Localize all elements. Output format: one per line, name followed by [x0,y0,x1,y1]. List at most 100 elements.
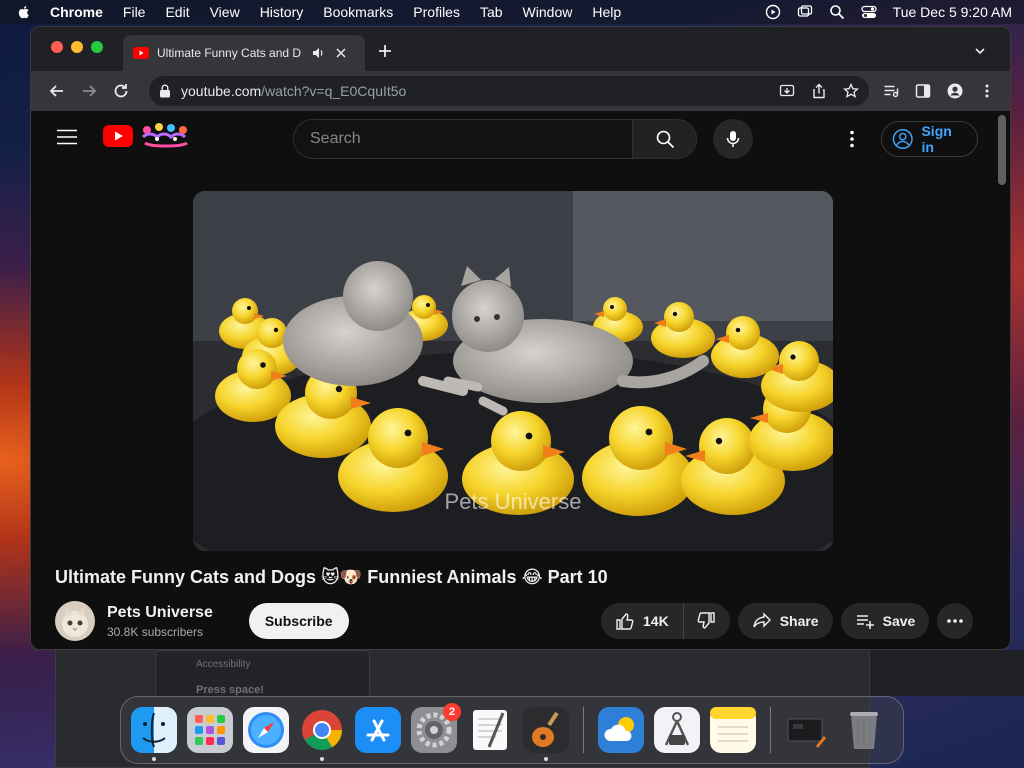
tab-search-chevron-icon[interactable] [974,45,986,57]
minimize-window-button[interactable] [71,41,83,53]
like-button[interactable]: 14K [601,603,684,639]
settings-badge: 2 [443,703,461,721]
weather-icon [598,707,644,753]
menu-help[interactable]: Help [592,4,621,20]
spotlight-search-icon[interactable] [829,4,845,20]
menu-profiles[interactable]: Profiles [413,4,460,20]
voice-search-button[interactable] [713,119,753,159]
profile-icon[interactable] [947,83,963,99]
dock-finder[interactable] [131,707,177,761]
dock-safari[interactable] [243,707,289,753]
like-dislike-group: 14K [601,603,730,639]
garageband-icon [523,707,569,753]
address-bar[interactable]: youtube.com/watch?v=q_E0CquIt5o [149,76,869,106]
url-host: youtube.com [181,83,262,99]
video-title-emoji-1: 😻🐶 [321,567,363,588]
share-page-icon[interactable] [811,83,827,99]
menu-history[interactable]: History [260,4,304,20]
dock-garageband[interactable] [523,707,569,761]
browser-toolbar: youtube.com/watch?v=q_E0CquIt5o [31,71,1010,111]
search-input[interactable] [294,120,632,158]
control-center-icon[interactable] [861,4,877,20]
new-tab-icon[interactable] [377,43,393,59]
sign-in-button[interactable]: Sign in [881,121,978,157]
menu-app-name[interactable]: Chrome [50,4,103,20]
page-scrollbar[interactable] [998,115,1006,185]
horizontal-dots-icon [947,619,964,623]
menu-window[interactable]: Window [523,4,573,20]
dock-system-settings[interactable]: 2 [411,703,461,753]
dock-notes[interactable] [710,707,756,753]
reload-icon[interactable] [111,81,131,101]
dock-chrome[interactable] [299,707,345,761]
browser-menu-icon[interactable] [979,83,995,99]
channel-name[interactable]: Pets Universe [107,604,213,622]
dislike-button[interactable] [684,603,730,639]
app-store-icon [355,707,401,753]
close-window-button[interactable] [51,41,63,53]
zoom-window-button[interactable] [91,41,103,53]
install-app-icon[interactable] [779,83,795,99]
channel-info: Pets Universe 30.8K subscribers [107,604,213,639]
forward-arrow-icon[interactable] [79,81,99,101]
dock-screen-app[interactable] [785,707,831,753]
sign-in-label: Sign in [921,123,952,155]
channel-owner: Pets Universe 30.8K subscribers Subscrib… [55,599,349,643]
channel-avatar[interactable] [55,601,95,641]
finder-icon [131,707,177,753]
screen-record-icon[interactable] [765,4,781,20]
background-panel: Accessibility Press space! [155,650,370,698]
subscribe-button[interactable]: Subscribe [248,603,349,639]
search-icon [656,130,674,149]
chrome-window: Ultimate Funny Cats and D youtube.com/wa… [30,26,1011,650]
save-button[interactable]: Save [840,603,930,639]
tab-title: Ultimate Funny Cats and D [157,46,302,60]
guide-menu-icon[interactable] [57,129,77,145]
video-player[interactable]: Pets Universe [193,191,833,551]
share-button[interactable]: Share [737,603,833,639]
bookmark-star-icon[interactable] [843,83,859,99]
menu-tab[interactable]: Tab [480,4,503,20]
dock-weather[interactable] [598,707,644,753]
menu-file[interactable]: File [123,4,146,20]
dock-separator-2 [770,707,771,753]
menu-clock[interactable]: Tue Dec 5 9:20 AM [893,4,1012,20]
back-arrow-icon[interactable] [47,81,67,101]
video-frame: Pets Universe [193,191,833,551]
video-title-part-3: Part 10 [542,567,608,587]
save-playlist-icon [856,615,874,629]
microphone-icon [726,131,740,147]
menu-edit[interactable]: Edit [165,4,189,20]
menu-bookmarks[interactable]: Bookmarks [323,4,393,20]
dock-app-store[interactable] [355,707,401,753]
side-panel-icon[interactable] [915,83,931,99]
search-box [293,119,697,159]
window-controls [51,41,103,53]
search-button[interactable] [632,120,696,158]
tab-audio-icon[interactable] [311,46,325,60]
dock-trash[interactable] [841,707,887,753]
lock-icon[interactable] [159,84,171,98]
tab-close-icon[interactable] [335,47,347,59]
background-text-2: Press space! [196,684,264,696]
youtube-favicon-icon [133,47,149,59]
settings-more-button[interactable] [843,127,861,151]
dock-textedit[interactable] [467,707,513,753]
tab-youtube[interactable]: Ultimate Funny Cats and D [123,35,365,71]
dock-launchpad[interactable] [187,707,233,753]
reading-list-icon[interactable] [883,83,899,99]
video-title-part-1: Ultimate Funny Cats and Dogs [55,567,322,587]
background-window-right [870,650,1024,696]
launchpad-icon [187,707,233,753]
more-actions-button[interactable] [937,603,974,639]
cat-avatar-icon [55,601,95,641]
youtube-doodle-icon[interactable] [137,121,195,149]
notes-icon [710,707,756,753]
menu-view[interactable]: View [210,4,240,20]
dock: 2 [120,696,904,764]
youtube-logo-icon[interactable] [103,125,133,147]
screen-mirroring-icon[interactable] [797,4,813,20]
apple-menu-icon[interactable] [16,4,32,20]
menu-bar: Chrome File Edit View History Bookmarks … [0,0,1024,24]
dock-preview[interactable] [654,707,700,753]
